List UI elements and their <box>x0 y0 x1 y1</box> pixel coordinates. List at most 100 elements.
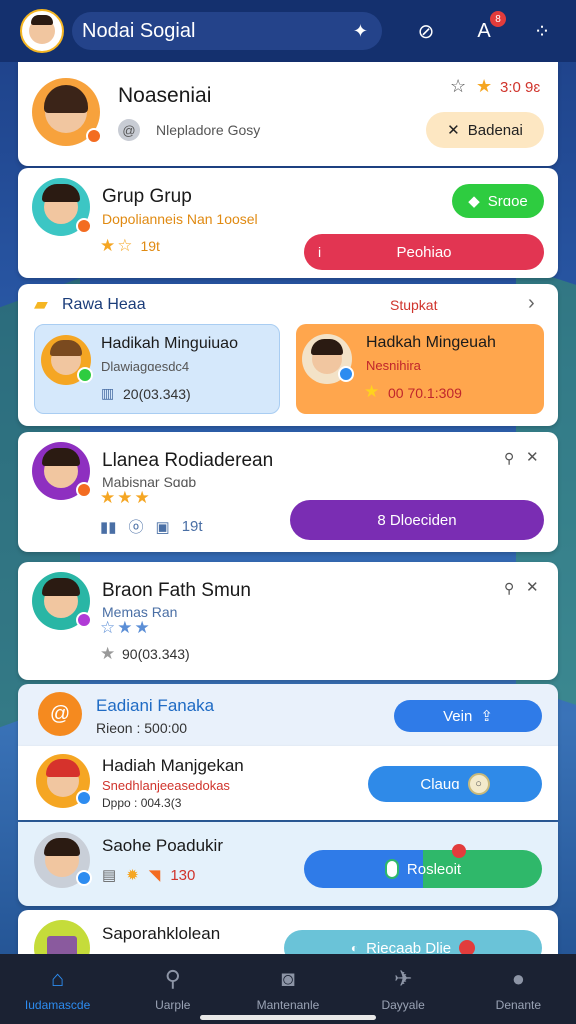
reward-tile-1[interactable]: Hadikah Minguiuao Dlawiagɑesdc4 ▥ 20(03.… <box>34 324 280 414</box>
pin-icon[interactable]: ⚲ <box>504 580 514 597</box>
sun-icon: ✹ <box>126 867 139 884</box>
group-subtitle: Dopolianneis Nan 1oosel <box>102 211 258 227</box>
star-icons: ★★★ <box>100 488 152 507</box>
close-icon[interactable]: ✕ <box>526 578 539 596</box>
user-count: 90(03.343) <box>122 646 190 662</box>
group-avatar[interactable] <box>32 178 92 236</box>
chevron-right-icon[interactable]: › <box>528 292 535 315</box>
profile-card: Noaseniai @ Nlepladore Gosy ☆ ★ 3:0 9ɛ ✕… <box>18 62 558 166</box>
notification-badge: 8 <box>490 11 506 27</box>
tile-name: Hadikah Minguiuao <box>101 335 238 352</box>
profile-avatar[interactable] <box>32 78 102 146</box>
rewards-link[interactable]: Stupkat <box>390 297 437 313</box>
promo-sub: Rieon : 500:00 <box>96 720 188 736</box>
rewards-title: Rawa Heaa <box>62 296 146 313</box>
tag-icon: ◥ <box>148 867 161 884</box>
user-stats: ▮▮ ⓞ ▣ 19t <box>100 518 203 536</box>
tools-icon: ✕ <box>447 122 460 139</box>
chart-icon: ▮▮ <box>100 518 117 536</box>
gift-avatar[interactable] <box>36 754 92 808</box>
group-rating: ★☆ 19t <box>100 236 160 255</box>
translate-icon[interactable]: A 8 <box>466 11 506 49</box>
user-action-button[interactable]: 8 Dloeciden <box>290 500 544 540</box>
user-avatar[interactable] <box>34 832 92 888</box>
promo-card: @ Eadiani Fanaka Rieon : 500:00 Vein ⇪ <box>18 684 558 746</box>
user-avatar[interactable] <box>32 572 92 630</box>
user3-button[interactable]: Rosleoit <box>304 850 542 888</box>
messenger-icon: ✈ <box>393 966 413 991</box>
profile-handle: Nlepladore Gosy <box>156 122 261 138</box>
folder-icon: ▰ <box>34 294 48 314</box>
status-dot <box>86 128 102 144</box>
gift-icon[interactable]: ✦ <box>353 21 368 42</box>
gift-sub: Snedhlanjеeasedokas <box>102 778 230 793</box>
promo-button[interactable]: Vein ⇪ <box>394 700 542 732</box>
info-icon: i <box>318 244 322 260</box>
tile-count: 20(03.343) <box>123 386 191 402</box>
person-icon: ● <box>511 966 525 991</box>
group-action-button[interactable]: i Peohiao <box>304 234 544 270</box>
user-name: Braon Fath Smun <box>102 580 251 601</box>
points-value: 3:0 9ɛ <box>500 79 541 96</box>
tile-sub: Dlawiagɑesdc4 <box>101 359 190 374</box>
notification-dot <box>452 844 466 858</box>
user-avatar[interactable] <box>32 442 92 500</box>
tile-count: 00 70.1:309 <box>388 385 462 401</box>
at-icon: @ <box>118 119 140 141</box>
user-name: Saporahklolean <box>102 924 221 943</box>
nav-camera[interactable]: ◙ Mantenanle <box>233 966 343 1012</box>
search-icon: ⚲ <box>164 966 181 991</box>
group-card: Grup Grup Dopolianneis Nan 1oosel ★☆ 19t… <box>18 168 558 278</box>
home-indicator[interactable] <box>200 1015 376 1020</box>
nav-messages[interactable]: ✈ Dayyale <box>348 966 458 1012</box>
home-icon: ⌂ <box>50 966 65 991</box>
status-button[interactable]: ◆ Srɑoe <box>452 184 544 218</box>
profile-name: Noaseniai <box>118 84 212 107</box>
star-icon: ★ <box>364 382 380 401</box>
user-stats: ▤ ✹ ◥ 130 <box>102 866 196 885</box>
star-outline-icon[interactable]: ☆ <box>450 76 466 97</box>
group-name: Grup Grup <box>102 186 192 207</box>
nav-profile[interactable]: ● Denante <box>463 966 573 1012</box>
tile-name: Hadkah Mingeuah <box>366 334 496 351</box>
gift-card: Hadiah Manjgekan Snedhlanjеeasedokas Dpp… <box>18 746 558 820</box>
app-title-pill[interactable]: Nodai Sogial ✦ <box>72 12 382 50</box>
nav-home[interactable]: ⌂ Iudamascde <box>3 966 113 1012</box>
info-icon: ◐ <box>350 941 359 955</box>
bottom-nav: ⌂ Iudamascde ⚲ Uarple ◙ Mantenanle ✈ Day… <box>0 954 576 1024</box>
nav-search[interactable]: ⚲ Uarple <box>118 966 228 1012</box>
camera-icon: ◙ <box>281 966 295 991</box>
calendar-icon: ▣ <box>155 518 170 536</box>
eye-icon: ⓞ <box>128 519 144 536</box>
tag-icon: ◆ <box>468 193 480 210</box>
user-name: Llanea Rodiaderean <box>102 450 274 471</box>
trash-icon: ▤ <box>102 867 117 884</box>
building-icon: ▥ <box>101 385 115 401</box>
toggle-icon <box>384 859 399 879</box>
rewards-card: ▰ Rawa Heaa Stupkat › Hadikah Minguiuao … <box>18 284 558 426</box>
user-card-1: Llanea Rodiaderean Mabisnar Sɑɑb ★★★ ▮▮ … <box>18 432 558 552</box>
star-outline-icon: ★ <box>100 644 116 663</box>
pin-icon[interactable]: ⚲ <box>504 450 514 467</box>
tile-avatar <box>302 334 354 384</box>
spiral-icon: @ <box>38 692 82 736</box>
top-bar: Nodai Sogial ✦ ⊘ A 8 ⁘ <box>0 0 576 62</box>
promo-title: Eadiani Fanaka <box>96 696 215 715</box>
my-avatar[interactable] <box>20 9 64 53</box>
close-icon[interactable]: ✕ <box>526 448 539 466</box>
status-dot <box>76 218 92 234</box>
share-icon: ⇪ <box>480 708 493 725</box>
reward-tile-2[interactable]: Hadkah Mingeuah Nesnihira ★ 00 70.1:309 <box>296 324 544 414</box>
badge-button[interactable]: ✕ Badenai <box>426 112 544 148</box>
star-icon: ★ <box>476 76 493 96</box>
gift-button[interactable]: Clauɑ ○ <box>368 766 542 802</box>
compass-icon[interactable]: ⊘ <box>408 13 444 49</box>
apps-icon[interactable]: ⁘ <box>524 13 560 49</box>
gift-name: Hadiah Manjgekan <box>102 756 244 775</box>
tile-sub: Nesnihira <box>366 358 421 373</box>
star-icons: ☆★★ <box>100 618 152 637</box>
tile-avatar <box>41 335 93 385</box>
user-card-3: Saohe Poadukir ▤ ✹ ◥ 130 Rosleoit <box>18 822 558 906</box>
app-title: Nodai Sogial <box>82 19 196 42</box>
user-name: Saohe Poadukir <box>102 836 223 855</box>
